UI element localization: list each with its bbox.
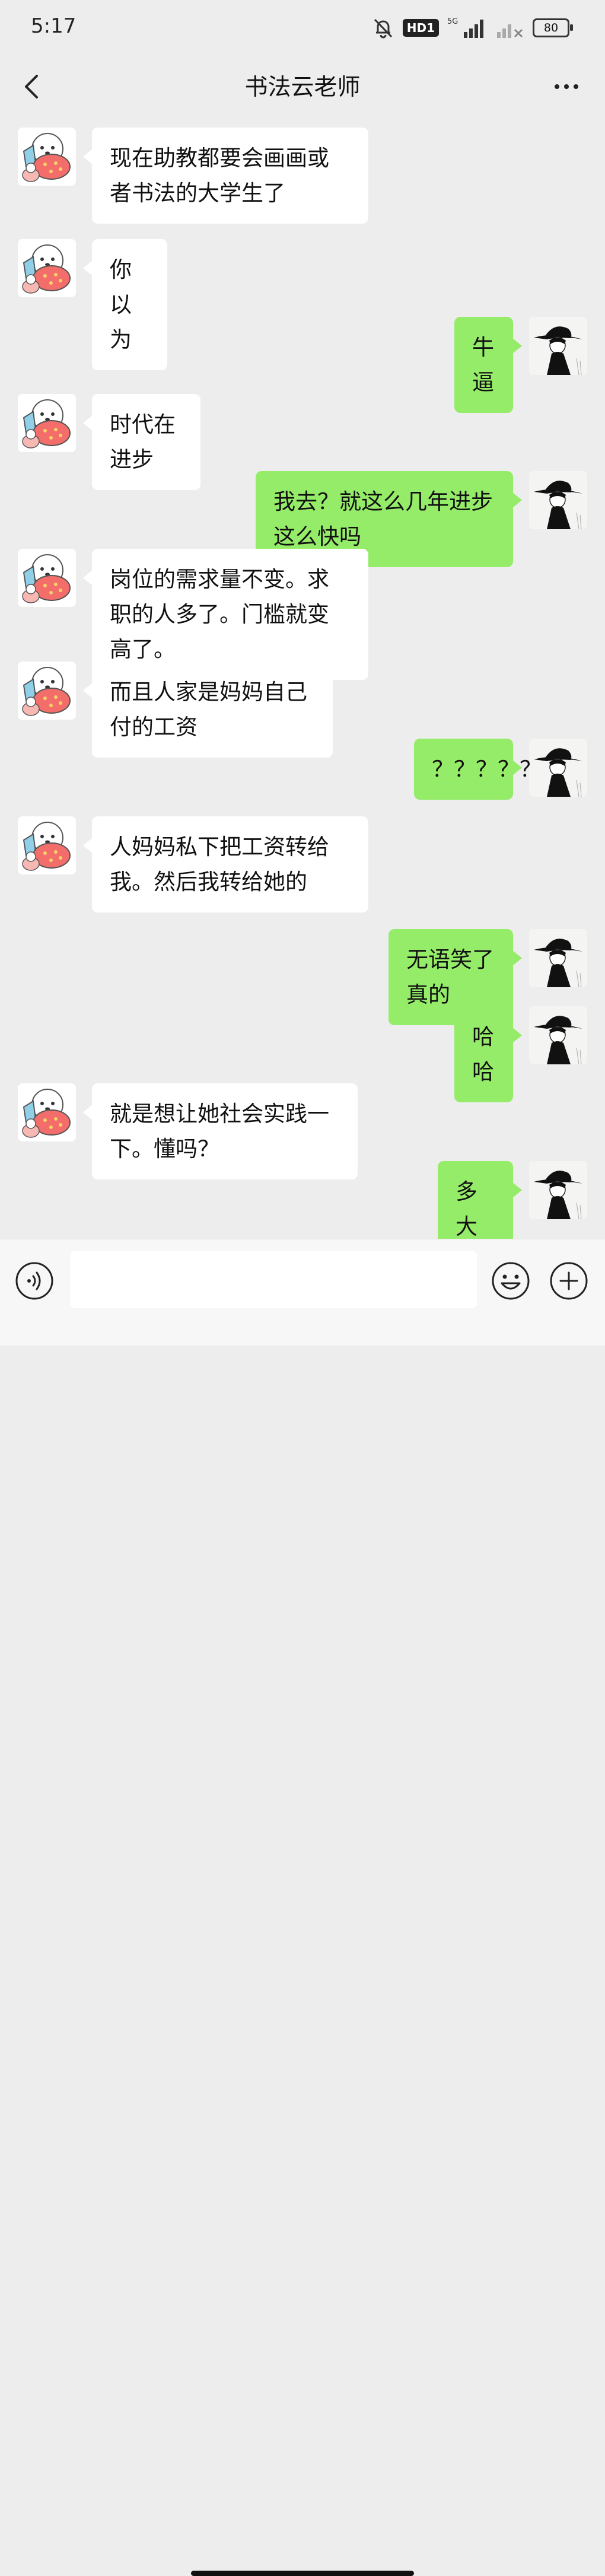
home-indicator <box>191 2571 414 2576</box>
contact-avatar <box>18 662 76 720</box>
contact-avatar <box>18 128 76 186</box>
battery-icon: 80 <box>533 18 573 37</box>
contact-avatar-button[interactable] <box>18 549 76 607</box>
self-avatar <box>529 929 587 987</box>
input-bar <box>0 1239 605 2576</box>
voice-button[interactable] <box>14 1261 55 1301</box>
voice-icon <box>15 1262 53 1300</box>
more-functions-button[interactable] <box>549 1261 589 1301</box>
self-avatar-button[interactable] <box>529 929 587 987</box>
emoji-icon <box>492 1262 530 1300</box>
sent-message: 哈哈 <box>0 1006 605 1102</box>
received-message: 岗位的需求量不变。求职的人多了。门槛就变高了。 <box>0 549 605 680</box>
contact-avatar-button[interactable] <box>18 662 76 720</box>
status-bar: 5:17 HD1 5G 80 <box>0 0 605 59</box>
contact-avatar <box>18 816 76 874</box>
message-bubble[interactable]: 岗位的需求量不变。求职的人多了。门槛就变高了。 <box>83 549 368 680</box>
plus-icon <box>550 1262 588 1300</box>
mute-bell-icon <box>374 18 392 39</box>
more-dots-icon <box>555 84 578 89</box>
sent-message: 多大她 <box>0 1161 605 1292</box>
contact-avatar <box>18 239 76 297</box>
more-button[interactable] <box>546 68 587 106</box>
received-message: 现在助教都要会画画或者书法的大学生了 <box>0 128 605 224</box>
message-input[interactable] <box>70 1251 477 1308</box>
emoji-button[interactable] <box>491 1261 531 1301</box>
self-avatar-button[interactable] <box>529 1161 587 1219</box>
received-message: 时代在进步 <box>0 394 605 490</box>
received-message: 而且人家是妈妈自己付的工资 <box>0 662 605 758</box>
self-avatar-button[interactable] <box>529 1006 587 1064</box>
message-bubble[interactable]: 人妈妈私下把工资转给我。然后我转给她的 <box>83 816 368 912</box>
message-bubble[interactable]: ？？？？？ <box>414 739 542 800</box>
contact-avatar-button[interactable] <box>18 816 76 874</box>
received-message: 你以为 <box>0 239 605 370</box>
sent-message: 牛逼 <box>0 317 605 413</box>
self-avatar <box>529 317 587 375</box>
signal-5g-icon: 5G <box>447 17 483 38</box>
self-avatar <box>529 471 587 529</box>
contact-avatar <box>18 1083 76 1141</box>
message-bubble[interactable]: 现在助教都要会画画或者书法的大学生了 <box>83 128 368 224</box>
self-avatar-button[interactable] <box>529 471 587 529</box>
chat-title: 书法云老师 <box>244 74 361 101</box>
contact-avatar-button[interactable] <box>18 394 76 452</box>
contact-avatar-button[interactable] <box>18 1083 76 1141</box>
status-icons: HD1 5G 80 <box>372 17 573 39</box>
sent-message: 无语笑了真的 <box>0 929 605 1025</box>
hd-badge: HD1 <box>402 19 439 37</box>
battery-level: 80 <box>543 21 559 34</box>
self-avatar-button[interactable] <box>529 317 587 375</box>
nav-bar: 书法云老师 <box>0 59 605 116</box>
contact-avatar-button[interactable] <box>18 239 76 297</box>
sent-message: ？？？？？ <box>0 739 605 800</box>
received-message: 人妈妈私下把工资转给我。然后我转给她的 <box>0 816 605 912</box>
status-time: 5:17 <box>31 14 77 38</box>
self-avatar <box>529 1006 587 1064</box>
contact-avatar <box>18 394 76 452</box>
contact-avatar <box>18 549 76 607</box>
self-avatar <box>529 1161 587 1219</box>
svg-text:5G: 5G <box>447 17 458 26</box>
sent-message: 我去？就这么几年进步这么快吗 <box>0 471 605 567</box>
signal-empty-icon <box>497 24 523 38</box>
contact-avatar-button[interactable] <box>18 128 76 186</box>
received-message: 就是想让她社会实践一下。懂吗？ <box>0 1083 605 1179</box>
